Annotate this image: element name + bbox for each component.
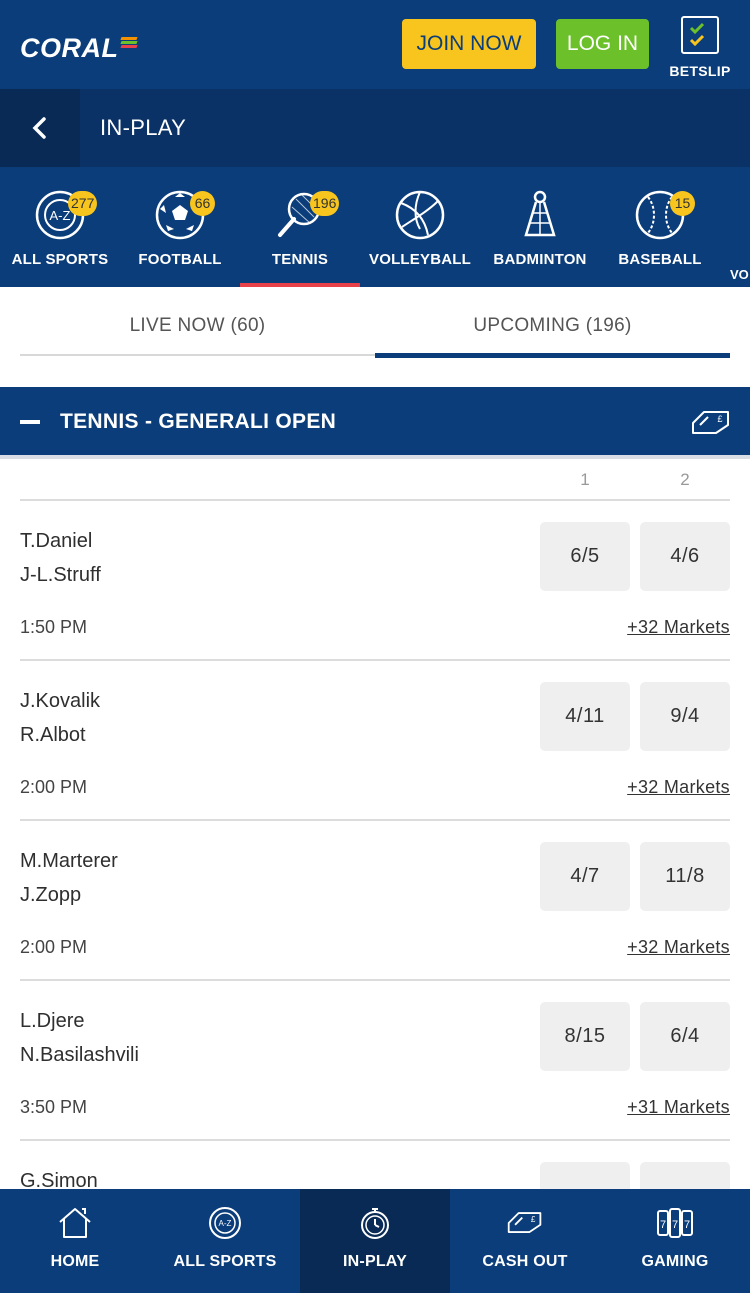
- nav-label: HOME: [50, 1253, 100, 1270]
- sport-label: BADMINTON: [493, 251, 587, 268]
- bottom-navigation: HOME A-Z ALL SPORTS IN-PLAY £ CASH OUT 7…: [0, 1189, 750, 1293]
- betslip-icon: [681, 16, 719, 54]
- svg-text:£: £: [717, 414, 722, 424]
- svg-text:7: 7: [684, 1219, 690, 1231]
- nav-home[interactable]: HOME: [0, 1189, 150, 1293]
- nav-cash-out[interactable]: £ CASH OUT: [450, 1189, 600, 1293]
- sport-label: VOLLEYBALL: [369, 251, 471, 268]
- cashout-icon: £: [692, 411, 729, 434]
- sport-label: ALL SPORTS: [11, 251, 109, 268]
- logo-flag-icon: [119, 37, 138, 49]
- az-icon: A-Z: [209, 1207, 241, 1239]
- sport-label: BASEBALL: [618, 251, 702, 268]
- stopwatch-icon: [361, 1208, 389, 1239]
- header: CORAL JOIN NOW LOG IN BETSLIP: [0, 0, 750, 89]
- sport-item-tennis[interactable]: 196 TENNIS: [240, 167, 360, 287]
- betslip-label: BETSLIP: [669, 63, 731, 79]
- event-row[interactable]: M.Marterer J.Zopp 2:00 PM +32 Markets 4/…: [20, 821, 730, 981]
- player-two: J-L.Struff: [20, 564, 101, 586]
- sport-item-baseball[interactable]: 15 BASEBALL: [600, 167, 720, 287]
- sport-item-all-sports[interactable]: A-Z 277 ALL SPORTS: [0, 167, 120, 287]
- column-header-2: 2: [680, 470, 690, 489]
- nav-label: ALL SPORTS: [173, 1253, 277, 1270]
- log-in-button[interactable]: LOG IN: [556, 19, 649, 69]
- tab-live-now[interactable]: LIVE NOW (60): [20, 315, 375, 341]
- sport-count-badge: 66: [190, 191, 215, 216]
- event-time: 2:00 PM: [20, 777, 88, 797]
- betslip-button[interactable]: BETSLIP: [665, 14, 735, 82]
- player-two: R.Albot: [20, 724, 86, 746]
- coral-logo[interactable]: CORAL: [20, 30, 138, 66]
- sport-count-badge: 15: [670, 191, 695, 216]
- sport-count-badge: 277: [68, 191, 98, 216]
- player-one: J.Kovalik: [20, 690, 101, 712]
- event-time: 2:00 PM: [20, 937, 88, 957]
- shuttlecock-icon: [524, 190, 556, 237]
- odds-button-home[interactable]: 4/7: [540, 842, 630, 911]
- svg-text:£: £: [531, 1215, 536, 1224]
- svg-text:7: 7: [660, 1219, 666, 1231]
- odds-button-away[interactable]: 11/8: [640, 842, 730, 911]
- chevron-left-icon: [32, 117, 46, 139]
- odds-button-away[interactable]: 9/4: [640, 682, 730, 751]
- competition-header[interactable]: TENNIS - GENERALI OPEN £: [0, 387, 750, 459]
- more-markets-link[interactable]: +32 Markets: [627, 617, 730, 638]
- page-title: IN-PLAY: [100, 115, 187, 140]
- logo-text: CORAL: [20, 32, 119, 63]
- odds-button-home[interactable]: 6/5: [540, 522, 630, 591]
- more-markets-link[interactable]: +32 Markets: [627, 937, 730, 958]
- svg-text:A-Z: A-Z: [219, 1219, 232, 1228]
- event-row[interactable]: L.Djere N.Basilashvili 3:50 PM +31 Marke…: [20, 981, 730, 1141]
- nav-label: GAMING: [641, 1253, 709, 1270]
- event-time: 3:50 PM: [20, 1097, 88, 1117]
- more-markets-link[interactable]: +31 Markets: [627, 1097, 730, 1118]
- svg-text:7: 7: [672, 1219, 678, 1231]
- nav-all-sports[interactable]: A-Z ALL SPORTS: [150, 1189, 300, 1293]
- svg-text:A-Z: A-Z: [50, 208, 71, 223]
- nav-label: IN-PLAY: [343, 1253, 407, 1270]
- player-one: M.Marterer: [20, 850, 118, 872]
- odds-button-home[interactable]: 8/15: [540, 1002, 630, 1071]
- nav-gaming[interactable]: 7 7 7 GAMING: [600, 1189, 750, 1293]
- nav-in-play[interactable]: IN-PLAY: [300, 1189, 450, 1293]
- tab-divider: [20, 354, 375, 356]
- column-header-1: 1: [580, 470, 590, 489]
- player-one: L.Djere: [20, 1010, 85, 1032]
- sport-item-volleyball[interactable]: VOLLEYBALL: [360, 167, 480, 287]
- slots-icon: 7 7 7: [657, 1208, 693, 1238]
- event-time: 1:50 PM: [20, 617, 88, 637]
- sport-item-badminton[interactable]: BADMINTON: [480, 167, 600, 287]
- sport-label: FOOTBALL: [138, 251, 222, 268]
- join-now-button[interactable]: JOIN NOW: [402, 19, 536, 69]
- odds-button-away[interactable]: 6/4: [640, 1002, 730, 1071]
- sport-item-football[interactable]: 66 FOOTBALL: [120, 167, 240, 287]
- sport-count-badge: 196: [310, 191, 340, 216]
- player-two: N.Basilashvili: [20, 1044, 139, 1066]
- in-play-titlebar: IN-PLAY: [0, 89, 750, 167]
- player-one: T.Daniel: [20, 530, 93, 552]
- event-row[interactable]: J.Kovalik R.Albot 2:00 PM +32 Markets 4/…: [20, 661, 730, 821]
- odds-button-away[interactable]: 4/6: [640, 522, 730, 591]
- competition-title: TENNIS - GENERALI OPEN: [60, 410, 337, 433]
- active-tab-indicator: [375, 353, 730, 358]
- back-button[interactable]: [0, 89, 80, 167]
- sport-label: TENNIS: [271, 251, 329, 268]
- event-row[interactable]: T.Daniel J-L.Struff 1:50 PM +32 Markets …: [20, 501, 730, 661]
- event-tabs: LIVE NOW (60) UPCOMING (196): [0, 287, 750, 387]
- tab-upcoming[interactable]: UPCOMING (196): [375, 315, 730, 341]
- sport-item-overflow-label[interactable]: VO: [730, 267, 749, 282]
- more-markets-link[interactable]: +32 Markets: [627, 777, 730, 798]
- nav-label: CASH OUT: [482, 1253, 568, 1270]
- volleyball-icon: [395, 190, 445, 240]
- cashout-icon: £: [507, 1212, 542, 1233]
- sports-carousel[interactable]: A-Z 277 ALL SPORTS 66 FOOTBALL 196 TENNI…: [0, 167, 750, 287]
- odds-button-home[interactable]: 4/11: [540, 682, 630, 751]
- collapse-icon[interactable]: [20, 420, 40, 424]
- player-two: J.Zopp: [20, 884, 82, 906]
- home-icon: [59, 1208, 91, 1238]
